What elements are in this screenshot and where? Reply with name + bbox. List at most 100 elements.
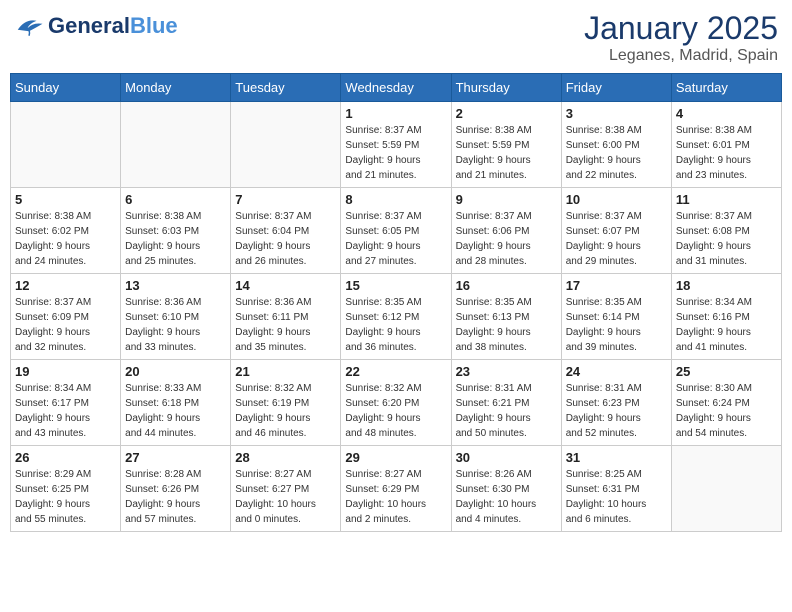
- page-header: GeneralBlue January 2025 Leganes, Madrid…: [10, 10, 782, 65]
- day-number: 30: [456, 450, 557, 465]
- calendar-day-cell: 25 Sunrise: 8:30 AM Sunset: 6:24 PM Dayli…: [671, 360, 781, 446]
- day-info: Sunrise: 8:28 AM Sunset: 6:26 PM Dayligh…: [125, 467, 226, 527]
- calendar-week-row: 12 Sunrise: 8:37 AM Sunset: 6:09 PM Dayli…: [11, 274, 782, 360]
- day-number: 27: [125, 450, 226, 465]
- calendar-day-cell: 24 Sunrise: 8:31 AM Sunset: 6:23 PM Dayli…: [561, 360, 671, 446]
- day-info: Sunrise: 8:38 AM Sunset: 6:02 PM Dayligh…: [15, 209, 116, 269]
- calendar-day-cell: 10Sunrise: 8:37 AM Sunset: 6:07 PM Dayli…: [561, 188, 671, 274]
- calendar-day-cell: 7Sunrise: 8:37 AM Sunset: 6:04 PM Daylig…: [231, 188, 341, 274]
- day-number: 9: [456, 192, 557, 207]
- calendar-day-cell: 28 Sunrise: 8:27 AM Sunset: 6:27 PM Dayli…: [231, 446, 341, 532]
- logo-icon: [14, 14, 44, 38]
- weekday-header: Sunday: [11, 74, 121, 102]
- calendar-week-row: 26Sunrise: 8:29 AM Sunset: 6:25 PM Dayli…: [11, 446, 782, 532]
- day-number: 1: [345, 106, 446, 121]
- calendar-day-cell: 27 Sunrise: 8:28 AM Sunset: 6:26 PM Dayli…: [121, 446, 231, 532]
- day-number: 5: [15, 192, 116, 207]
- calendar-week-row: 1Sunrise: 8:37 AM Sunset: 5:59 PM Daylig…: [11, 102, 782, 188]
- weekday-header: Friday: [561, 74, 671, 102]
- day-number: 21: [235, 364, 336, 379]
- weekday-header: Thursday: [451, 74, 561, 102]
- calendar-day-cell: 30 Sunrise: 8:26 AM Sunset: 6:30 PM Dayli…: [451, 446, 561, 532]
- day-number: 12: [15, 278, 116, 293]
- day-number: 15: [345, 278, 446, 293]
- calendar-day-cell: 31Sunrise: 8:25 AM Sunset: 6:31 PM Dayli…: [561, 446, 671, 532]
- calendar-day-cell: 20 Sunrise: 8:33 AM Sunset: 6:18 PM Dayli…: [121, 360, 231, 446]
- calendar-day-cell: 4 Sunrise: 8:38 AM Sunset: 6:01 PM Daylig…: [671, 102, 781, 188]
- calendar-day-cell: [11, 102, 121, 188]
- day-info: Sunrise: 8:32 AM Sunset: 6:20 PM Dayligh…: [345, 381, 446, 441]
- weekday-header: Tuesday: [231, 74, 341, 102]
- day-info: Sunrise: 8:32 AM Sunset: 6:19 PM Dayligh…: [235, 381, 336, 441]
- day-number: 25: [676, 364, 777, 379]
- day-info: Sunrise: 8:27 AM Sunset: 6:27 PM Dayligh…: [235, 467, 336, 527]
- day-info: Sunrise: 8:33 AM Sunset: 6:18 PM Dayligh…: [125, 381, 226, 441]
- day-number: 19: [15, 364, 116, 379]
- day-number: 11: [676, 192, 777, 207]
- day-info: Sunrise: 8:37 AM Sunset: 6:08 PM Dayligh…: [676, 209, 777, 269]
- day-info: Sunrise: 8:26 AM Sunset: 6:30 PM Dayligh…: [456, 467, 557, 527]
- day-number: 4: [676, 106, 777, 121]
- weekday-header-row: SundayMondayTuesdayWednesdayThursdayFrid…: [11, 74, 782, 102]
- weekday-header: Wednesday: [341, 74, 451, 102]
- title-area: January 2025 Leganes, Madrid, Spain: [584, 10, 778, 65]
- day-number: 22: [345, 364, 446, 379]
- calendar-day-cell: 6 Sunrise: 8:38 AM Sunset: 6:03 PM Daylig…: [121, 188, 231, 274]
- calendar-day-cell: 21 Sunrise: 8:32 AM Sunset: 6:19 PM Dayli…: [231, 360, 341, 446]
- weekday-header: Saturday: [671, 74, 781, 102]
- day-number: 28: [235, 450, 336, 465]
- calendar-week-row: 5 Sunrise: 8:38 AM Sunset: 6:02 PM Daylig…: [11, 188, 782, 274]
- calendar-day-cell: 16 Sunrise: 8:35 AM Sunset: 6:13 PM Dayli…: [451, 274, 561, 360]
- day-number: 18: [676, 278, 777, 293]
- calendar-day-cell: [121, 102, 231, 188]
- day-info: Sunrise: 8:25 AM Sunset: 6:31 PM Dayligh…: [566, 467, 667, 527]
- logo-general: General: [48, 13, 130, 38]
- calendar-day-cell: 5 Sunrise: 8:38 AM Sunset: 6:02 PM Daylig…: [11, 188, 121, 274]
- weekday-header: Monday: [121, 74, 231, 102]
- day-info: Sunrise: 8:31 AM Sunset: 6:23 PM Dayligh…: [566, 381, 667, 441]
- day-info: Sunrise: 8:37 AM Sunset: 6:06 PM Dayligh…: [456, 209, 557, 269]
- logo: GeneralBlue: [14, 14, 178, 38]
- calendar-day-cell: 23Sunrise: 8:31 AM Sunset: 6:21 PM Dayli…: [451, 360, 561, 446]
- month-title: January 2025: [584, 10, 778, 47]
- day-info: Sunrise: 8:37 AM Sunset: 6:09 PM Dayligh…: [15, 295, 116, 355]
- calendar-day-cell: 14 Sunrise: 8:36 AM Sunset: 6:11 PM Dayli…: [231, 274, 341, 360]
- day-number: 20: [125, 364, 226, 379]
- day-number: 8: [345, 192, 446, 207]
- day-number: 13: [125, 278, 226, 293]
- day-info: Sunrise: 8:31 AM Sunset: 6:21 PM Dayligh…: [456, 381, 557, 441]
- logo-blue: Blue: [130, 13, 178, 38]
- day-number: 7: [235, 192, 336, 207]
- calendar-day-cell: 17Sunrise: 8:35 AM Sunset: 6:14 PM Dayli…: [561, 274, 671, 360]
- day-number: 16: [456, 278, 557, 293]
- day-info: Sunrise: 8:36 AM Sunset: 6:10 PM Dayligh…: [125, 295, 226, 355]
- day-info: Sunrise: 8:38 AM Sunset: 6:00 PM Dayligh…: [566, 123, 667, 183]
- day-number: 14: [235, 278, 336, 293]
- day-info: Sunrise: 8:36 AM Sunset: 6:11 PM Dayligh…: [235, 295, 336, 355]
- calendar-day-cell: [231, 102, 341, 188]
- calendar-day-cell: 13 Sunrise: 8:36 AM Sunset: 6:10 PM Dayli…: [121, 274, 231, 360]
- day-number: 3: [566, 106, 667, 121]
- calendar-day-cell: 12 Sunrise: 8:37 AM Sunset: 6:09 PM Dayli…: [11, 274, 121, 360]
- day-number: 6: [125, 192, 226, 207]
- day-info: Sunrise: 8:38 AM Sunset: 6:01 PM Dayligh…: [676, 123, 777, 183]
- day-number: 24: [566, 364, 667, 379]
- day-info: Sunrise: 8:35 AM Sunset: 6:14 PM Dayligh…: [566, 295, 667, 355]
- calendar-day-cell: 22 Sunrise: 8:32 AM Sunset: 6:20 PM Dayli…: [341, 360, 451, 446]
- calendar-day-cell: 8 Sunrise: 8:37 AM Sunset: 6:05 PM Daylig…: [341, 188, 451, 274]
- calendar-day-cell: 18Sunrise: 8:34 AM Sunset: 6:16 PM Dayli…: [671, 274, 781, 360]
- day-info: Sunrise: 8:38 AM Sunset: 5:59 PM Dayligh…: [456, 123, 557, 183]
- day-info: Sunrise: 8:37 AM Sunset: 6:05 PM Dayligh…: [345, 209, 446, 269]
- day-info: Sunrise: 8:38 AM Sunset: 6:03 PM Dayligh…: [125, 209, 226, 269]
- location-title: Leganes, Madrid, Spain: [584, 47, 778, 65]
- day-number: 29: [345, 450, 446, 465]
- day-info: Sunrise: 8:34 AM Sunset: 6:17 PM Dayligh…: [15, 381, 116, 441]
- day-info: Sunrise: 8:29 AM Sunset: 6:25 PM Dayligh…: [15, 467, 116, 527]
- day-info: Sunrise: 8:30 AM Sunset: 6:24 PM Dayligh…: [676, 381, 777, 441]
- day-info: Sunrise: 8:35 AM Sunset: 6:13 PM Dayligh…: [456, 295, 557, 355]
- calendar-day-cell: 9 Sunrise: 8:37 AM Sunset: 6:06 PM Daylig…: [451, 188, 561, 274]
- calendar-table: SundayMondayTuesdayWednesdayThursdayFrid…: [10, 73, 782, 532]
- calendar-day-cell: 29Sunrise: 8:27 AM Sunset: 6:29 PM Dayli…: [341, 446, 451, 532]
- calendar-day-cell: 11 Sunrise: 8:37 AM Sunset: 6:08 PM Dayli…: [671, 188, 781, 274]
- calendar-day-cell: 19 Sunrise: 8:34 AM Sunset: 6:17 PM Dayli…: [11, 360, 121, 446]
